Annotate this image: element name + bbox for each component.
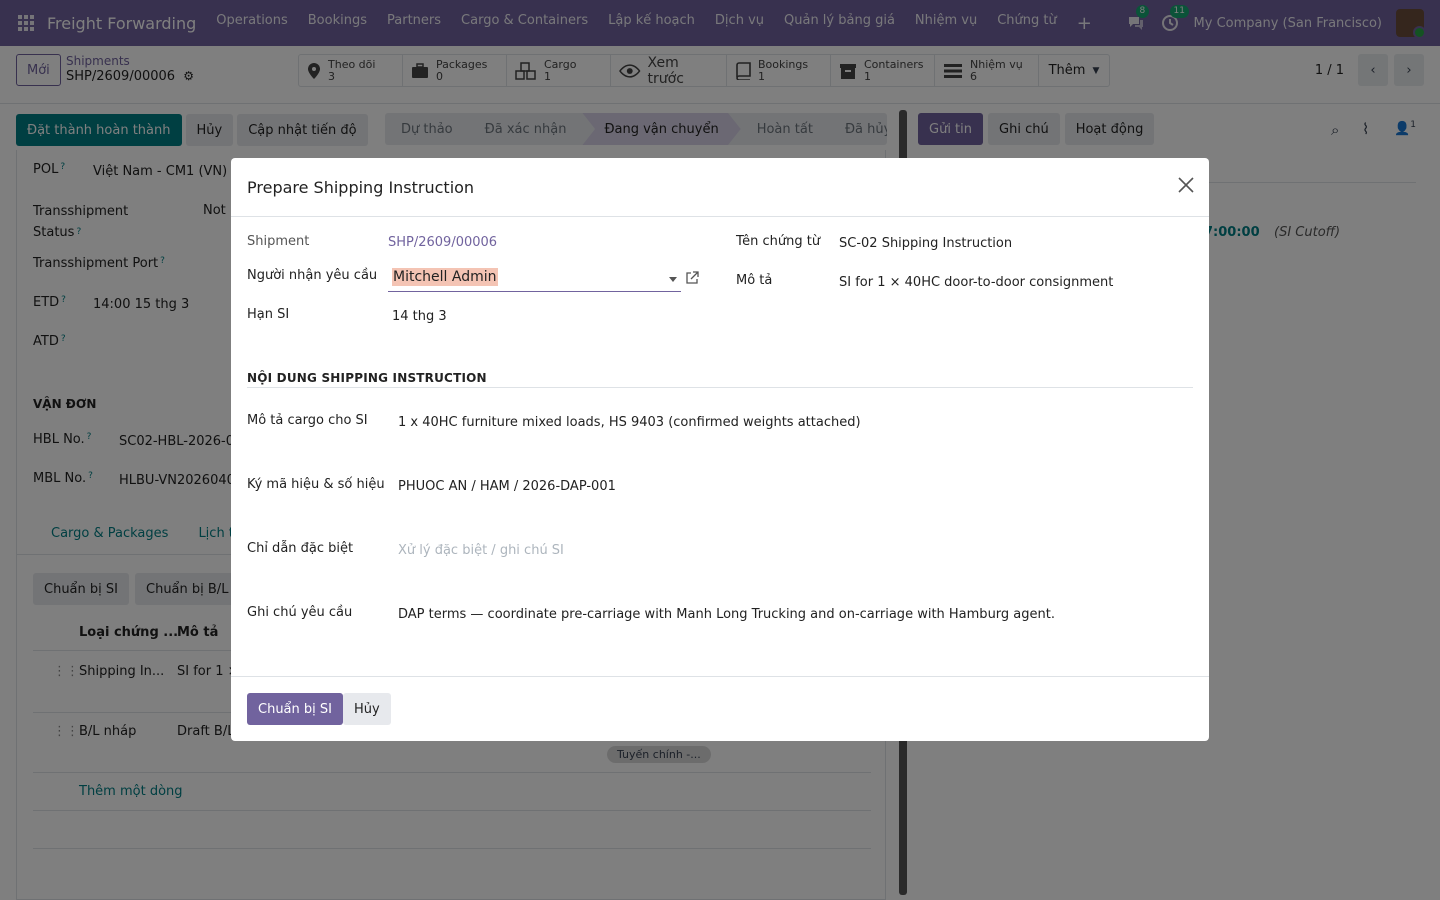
marks-label: Ký mã hiệu & số hiệu [247,477,385,492]
special-instructions-field[interactable]: Xử lý đặc biệt / ghi chú SI [398,543,564,558]
dialog-title: Prepare Shipping Instruction [247,178,475,197]
doc-name-label: Tên chứng từ [736,234,821,249]
recipient-label: Người nhận yêu cầu [247,268,378,283]
prepare-si-confirm-button[interactable]: Chuẩn bị SI [247,693,343,725]
recipient-field[interactable]: Mitchell Admin [388,265,681,292]
special-instructions-label: Chỉ dẫn đặc biệt [247,541,354,556]
description-label: Mô tả [736,273,773,288]
deadline-value[interactable]: 14 thg 3 [392,309,447,324]
dialog-cancel-button[interactable]: Hủy [343,693,391,725]
description-value[interactable]: SI for 1 × 40HC door-to-door consignment [839,275,1113,290]
cargo-desc-label: Mô tả cargo cho SI [247,413,368,428]
dialog-footer: Chuẩn bị SI Hủy [231,676,1209,741]
request-note-field[interactable]: DAP terms — coordinate pre-carriage with… [398,607,1055,622]
chevron-down-icon[interactable] [669,277,677,282]
deadline-label: Hạn SI [247,307,290,322]
request-note-label: Ghi chú yêu cầu [247,605,353,620]
doc-name-value[interactable]: SC-02 Shipping Instruction [839,236,1012,251]
si-content-section-title: NỘI DUNG SHIPPING INSTRUCTION [247,371,487,385]
cargo-desc-field[interactable]: 1 x 40HC furniture mixed loads, HS 9403 … [398,415,861,430]
shipment-link[interactable]: SHP/2609/00006 [388,235,497,250]
close-icon[interactable] [1177,176,1195,194]
dialog-header: Prepare Shipping Instruction [231,158,1209,217]
recipient-value[interactable]: Mitchell Admin [392,268,498,286]
prepare-si-dialog: Prepare Shipping Instruction Shipment SH… [231,158,1209,741]
marks-field[interactable]: PHUOC AN / HAM / 2026-DAP-001 [398,479,616,494]
shipment-label: Shipment [247,234,310,249]
external-link-icon[interactable] [685,271,699,285]
